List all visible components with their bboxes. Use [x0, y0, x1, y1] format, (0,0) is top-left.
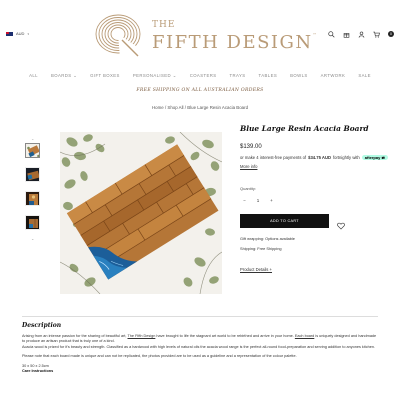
logo-trademark: ™ — [312, 32, 319, 37]
add-to-cart-button[interactable]: ADD TO CART — [240, 214, 329, 228]
quantity-stepper: − 1 + — [240, 195, 276, 205]
product-details-toggle[interactable]: Product Details + — [240, 267, 272, 272]
afterpay-prefix: or make 4 interest-free payments of — [240, 155, 307, 160]
breadcrumb-shop-all[interactable]: Shop All — [167, 105, 183, 110]
dimensions: 30 x 50 x 2.5cm — [22, 364, 49, 369]
afterpay-logo: afterpay ⇄ — [361, 155, 388, 160]
chevron-down-icon: ⌄ — [172, 73, 177, 78]
afterpay-message: or make 4 interest-free payments of $34.… — [240, 154, 390, 170]
each-board-link[interactable]: Each board — [295, 334, 314, 338]
cart-icon[interactable] — [372, 30, 380, 38]
thumbnail-2[interactable] — [25, 167, 40, 182]
user-icon[interactable] — [357, 30, 365, 38]
thumbnail-3[interactable] — [25, 191, 40, 206]
logo-mark-icon — [95, 14, 142, 58]
nav-item-all[interactable]: ALL — [29, 73, 38, 79]
heart-icon[interactable] — [337, 217, 345, 230]
currency-selector[interactable]: AUD ▾ — [6, 31, 29, 36]
breadcrumb-home[interactable]: Home — [152, 105, 164, 110]
nav-item-artwork[interactable]: ARTWORK — [321, 73, 346, 79]
description-divider — [22, 316, 378, 317]
nav-item-gift-boxes[interactable]: GIFT BOXES — [90, 73, 120, 79]
gift-wrapping-info: Gift wrapping: Options available — [240, 236, 295, 241]
quantity-increase-button[interactable]: + — [267, 198, 276, 203]
main-nav: ALL BOARDS ⌄ GIFT BOXES PERSONALISED ⌄ C… — [0, 73, 400, 79]
afterpay-suffix: fortnightly with — [333, 155, 360, 160]
afterpay-logo-text: afterpay — [364, 155, 381, 160]
logo-name: FIFTH DESIGN — [152, 32, 313, 53]
breadcrumb-current: Blue Large Resin Acacia Board — [187, 105, 249, 110]
currency-label: AUD — [16, 31, 25, 36]
product-photo — [60, 132, 222, 294]
thumbnail-4[interactable] — [25, 215, 40, 230]
logo-name-text: FIFTH DESIGN™ — [152, 32, 318, 53]
nav-item-boards-label: BOARDS — [50, 73, 72, 78]
thumbnail-list — [25, 143, 41, 239]
main-product-image[interactable] — [60, 132, 222, 294]
australia-flag-icon — [6, 31, 13, 36]
nav-item-sale[interactable]: SALE — [358, 73, 371, 79]
description-paragraph-1: Arising from an intense passion for the … — [22, 334, 378, 350]
description-paragraph-3: Please note that each board made is uniq… — [22, 354, 297, 359]
site-logo[interactable]: THE FIFTH DESIGN™ — [92, 10, 317, 58]
description-body: Arising from an intense passion for the … — [22, 334, 378, 375]
search-icon[interactable] — [327, 30, 335, 38]
product-info: Blue Large Resin Acacia Board $139.00 or… — [240, 124, 390, 272]
nav-item-personalised-label: PERSONALISED — [132, 73, 172, 78]
afterpay-amount: $34.75 AUD — [308, 155, 331, 160]
site-header: AUD ▾ THE FIFTH DESIGN™ 0 — [0, 0, 400, 64]
afterpay-arrows-icon: ⇄ — [381, 155, 385, 160]
shipping-info: Shipping: Free Shipping — [240, 246, 282, 251]
nav-item-boards[interactable]: BOARDS ⌄ — [51, 73, 77, 79]
quantity-value[interactable]: 1 — [257, 198, 260, 203]
product-price: $139.00 — [240, 144, 262, 150]
quantity-decrease-button[interactable]: − — [240, 198, 249, 203]
nav-item-coasters[interactable]: COASTERS — [190, 73, 217, 79]
thumbnail-1[interactable] — [25, 143, 40, 158]
nav-item-bowls[interactable]: BOWLS — [290, 73, 308, 79]
promo-banner: FREE SHIPPING ON ALL AUSTRALIAN ORDERS — [136, 88, 264, 93]
brand-link[interactable]: The Fifth Design — [127, 334, 155, 338]
cart-count-badge: 0 — [388, 31, 394, 37]
gift-icon[interactable] — [342, 30, 350, 38]
nav-item-personalised[interactable]: PERSONALISED ⌄ — [133, 73, 177, 79]
breadcrumb-separator: / — [164, 105, 167, 110]
description-p1-a: Arising from an intense passion for the … — [22, 334, 127, 338]
description-paragraph-2: Acacia wood is prized for it's beauty an… — [22, 344, 375, 349]
afterpay-more-info-link[interactable]: More info — [240, 163, 257, 170]
breadcrumb: Home / Shop All / Blue Large Resin Acaci… — [0, 105, 400, 110]
nav-item-tables[interactable]: TABLES — [259, 73, 278, 79]
logo-the-text: THE — [152, 20, 176, 30]
chevron-down-icon: ⌄ — [73, 73, 78, 78]
product-title: Blue Large Resin Acacia Board — [240, 124, 369, 133]
chevron-down-icon: ▾ — [27, 31, 29, 36]
quantity-label: Quantity: — [240, 186, 257, 191]
description-p1-b: have brought to life the stagnant art wo… — [156, 334, 294, 338]
description-heading: Description — [22, 322, 62, 329]
header-icons — [327, 30, 394, 38]
breadcrumb-separator: / — [184, 105, 186, 110]
nav-item-trays[interactable]: TRAYS — [230, 73, 246, 79]
care-instructions-heading: Care Instructions — [22, 369, 54, 374]
chevron-down-icon[interactable]: ⌄ — [31, 236, 34, 241]
